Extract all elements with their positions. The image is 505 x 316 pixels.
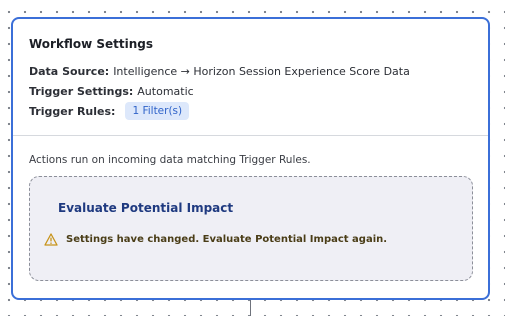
data-source-value: Intelligence → Horizon Session Experienc… <box>113 64 410 78</box>
trigger-rules-filter-badge[interactable]: 1 Filter(s) <box>125 102 190 120</box>
trigger-rules-label: Trigger Rules: <box>29 104 116 118</box>
trigger-settings-label: Trigger Settings: <box>29 84 134 98</box>
workflow-settings-title: Workflow Settings <box>29 37 153 51</box>
actions-note: Actions run on incoming data matching Tr… <box>29 154 311 166</box>
trigger-rules-row: Trigger Rules: 1 Filter(s) <box>29 101 472 121</box>
settings-changed-warning: Settings have changed. Evaluate Potentia… <box>44 233 472 246</box>
warning-text: Settings have changed. Evaluate Potentia… <box>66 234 388 245</box>
data-source-row: Data Source: Intelligence → Horizon Sess… <box>29 61 472 81</box>
warning-icon <box>44 233 58 246</box>
actions-section: Actions run on incoming data matching Tr… <box>13 136 488 281</box>
workflow-card[interactable]: Workflow Settings Data Source: Intellige… <box>11 17 490 300</box>
workflow-settings-section: Workflow Settings Data Source: Intellige… <box>13 19 488 136</box>
connector-line <box>250 300 251 316</box>
data-source-label: Data Source: <box>29 64 110 78</box>
evaluate-impact-title[interactable]: Evaluate Potential Impact <box>58 201 472 215</box>
trigger-settings-row: Trigger Settings: Automatic <box>29 81 472 101</box>
trigger-settings-value: Automatic <box>137 84 194 98</box>
evaluate-impact-panel: Evaluate Potential Impact Settings have … <box>29 176 473 281</box>
